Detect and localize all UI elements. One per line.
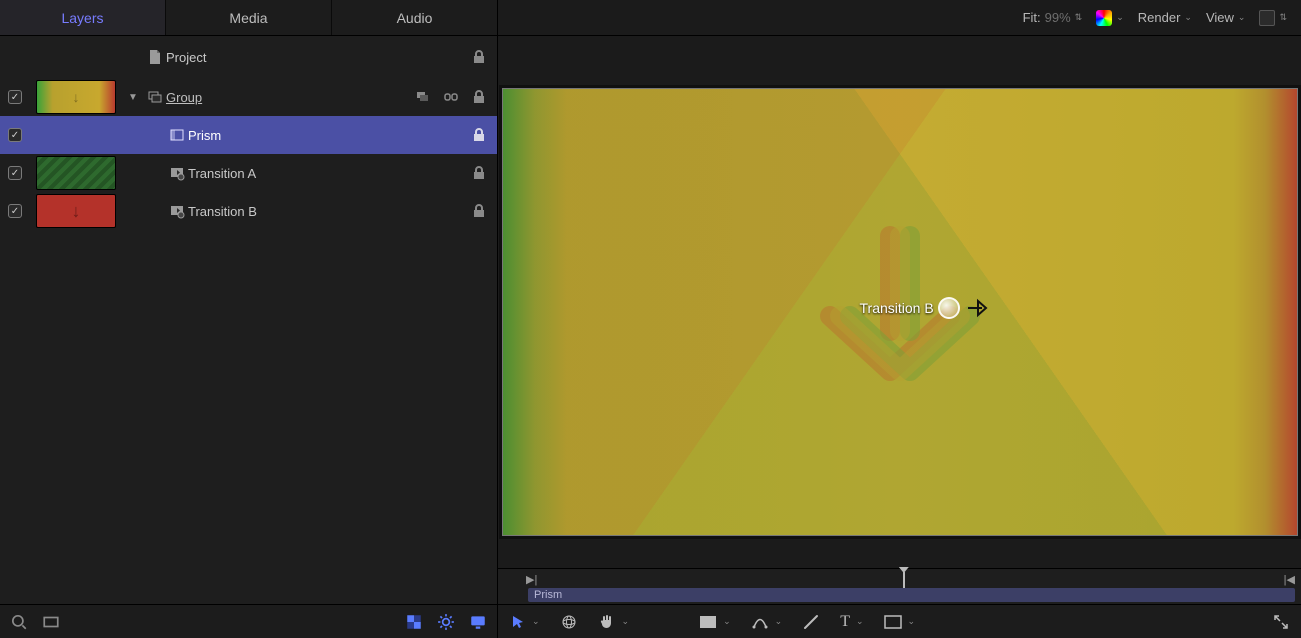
hud-origin-handle[interactable] (938, 297, 960, 319)
lock-icon[interactable] (471, 49, 487, 65)
rainbow-icon (1096, 10, 1112, 26)
thumbnail-transition-b[interactable] (36, 194, 116, 228)
lock-icon[interactable] (471, 203, 487, 219)
chevron-down-icon: ⌄ (908, 616, 916, 627)
chevron-down-icon: ⌄ (856, 616, 864, 627)
mask-tool[interactable]: ⌄ (884, 615, 916, 629)
chevron-down-icon: ⌄ (1184, 12, 1192, 23)
layer-list: Project ▼ Group (0, 36, 497, 604)
canvas-toolbar: Fit: 99% ⇅ ⌄ Render ⌄ View ⌄ ⇅ (498, 0, 1301, 36)
paint-stroke-tool[interactable] (802, 613, 820, 631)
visibility-checkbox[interactable] (8, 128, 22, 142)
select-tool[interactable]: ⌄ (510, 614, 540, 630)
thumbnail-transition-a[interactable] (36, 156, 116, 190)
layer-label: Prism (188, 128, 221, 143)
hud-label: Transition B (860, 300, 934, 316)
bezier-tool[interactable]: ⌄ (751, 613, 783, 631)
rectangle-tool[interactable]: ⌄ (699, 615, 731, 629)
stepper-icon: ⇅ (1279, 12, 1287, 23)
text-tool[interactable]: T ⌄ (840, 613, 863, 631)
document-icon (147, 49, 163, 65)
panel-tabs: Layers Media Audio (0, 0, 497, 36)
checker-icon[interactable] (405, 613, 423, 631)
in-marker-icon[interactable]: ▶| (526, 573, 537, 586)
expand-icon[interactable] (1273, 614, 1289, 630)
link-icon[interactable] (443, 89, 459, 105)
gear-icon[interactable] (437, 613, 455, 631)
fit-label: Fit: (1023, 10, 1041, 25)
color-channel-menu[interactable]: ⌄ (1096, 10, 1124, 26)
row-layer-transition-b[interactable]: Transition B (0, 192, 497, 230)
layout-menu[interactable]: ⇅ (1259, 10, 1287, 26)
visibility-checkbox[interactable] (8, 90, 22, 104)
mini-timeline[interactable]: ▶| |◀ Prism (498, 568, 1301, 604)
tab-media[interactable]: Media (166, 0, 332, 35)
zoom-value: 99% (1045, 10, 1071, 25)
chevron-down-icon: ⌄ (1116, 12, 1124, 23)
project-label: Project (166, 50, 206, 65)
thumbnail-group[interactable] (36, 80, 116, 114)
disclosure-triangle[interactable]: ▼ (122, 92, 144, 103)
chevron-down-icon: ⌄ (723, 616, 731, 627)
screen-icon[interactable] (469, 613, 487, 631)
search-icon[interactable] (10, 613, 28, 631)
canvas-area: Transition B (498, 36, 1301, 568)
lock-icon[interactable] (471, 165, 487, 181)
row-group[interactable]: ▼ Group (0, 78, 497, 116)
transition-icon (169, 165, 185, 181)
lock-icon[interactable] (471, 127, 487, 143)
canvas-panel: Fit: 99% ⇅ ⌄ Render ⌄ View ⌄ ⇅ (498, 0, 1301, 638)
pan-tool[interactable]: ⌄ (598, 613, 630, 631)
canvas[interactable]: Transition B (502, 88, 1298, 536)
tab-audio[interactable]: Audio (332, 0, 497, 35)
transition-icon (169, 203, 185, 219)
view-menu[interactable]: View ⌄ (1206, 10, 1246, 25)
hud-direction-arrow[interactable] (966, 298, 990, 318)
onscreen-control[interactable]: Transition B (860, 297, 990, 319)
render-menu[interactable]: Render ⌄ (1138, 10, 1192, 25)
layer-label: Transition A (188, 166, 256, 181)
stack-icon[interactable] (415, 89, 431, 105)
zoom-fit-control[interactable]: Fit: 99% ⇅ (1023, 10, 1083, 25)
chevron-down-icon: ⌄ (1238, 12, 1246, 23)
layers-footer (0, 604, 497, 638)
3d-transform-tool[interactable] (560, 613, 578, 631)
frame-icon[interactable] (42, 613, 60, 631)
out-marker-icon[interactable]: |◀ (1284, 573, 1295, 586)
layer-label: Transition B (188, 204, 257, 219)
canvas-tool-footer: ⌄ ⌄ ⌄ ⌄ T ⌄ (498, 604, 1301, 638)
view-label: View (1206, 10, 1234, 25)
row-layer-prism[interactable]: Prism (0, 116, 497, 154)
chevron-down-icon: ⌄ (622, 616, 630, 627)
layers-panel: Layers Media Audio Project (0, 0, 498, 638)
filter-icon (169, 127, 185, 143)
row-layer-transition-a[interactable]: Transition A (0, 154, 497, 192)
group-icon (147, 89, 163, 105)
canvas-arrow-graphic (770, 221, 1030, 421)
visibility-checkbox[interactable] (8, 166, 22, 180)
layout-icon (1259, 10, 1275, 26)
lock-icon[interactable] (471, 89, 487, 105)
group-label: Group (166, 90, 202, 105)
chevron-down-icon: ⌄ (775, 616, 783, 627)
chevron-down-icon: ⌄ (532, 616, 540, 627)
row-project[interactable]: Project (0, 36, 497, 78)
visibility-checkbox[interactable] (8, 204, 22, 218)
stepper-icon: ⇅ (1075, 12, 1083, 23)
tab-layers[interactable]: Layers (0, 0, 166, 35)
mini-timeline-clip[interactable]: Prism (528, 588, 1295, 602)
render-label: Render (1138, 10, 1181, 25)
